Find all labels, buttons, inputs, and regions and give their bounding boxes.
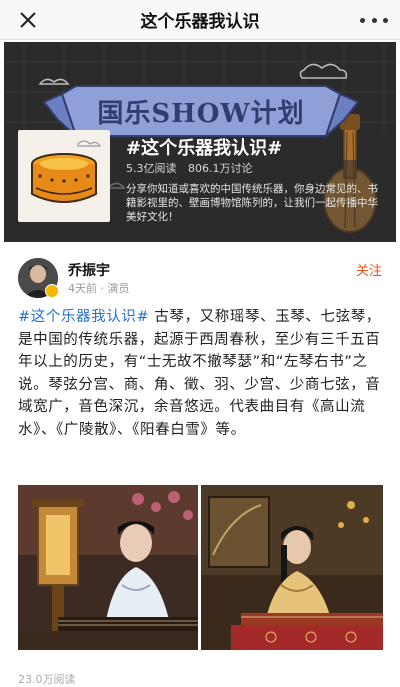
read-count: 23.0万阅读 — [18, 673, 76, 686]
post-content: 古琴，又称瑶琴、玉琴、七弦琴，是中国的传统乐器，起源于西周春秋，至少有三千五百年… — [18, 309, 381, 438]
reads-count: 5.3亿阅读 — [126, 162, 177, 175]
follow-button[interactable]: 关注 — [356, 260, 382, 279]
post-hashtag[interactable]: #这个乐器我认识# — [18, 309, 149, 325]
topic-stats: 5.3亿阅读 806.1万讨论 — [126, 160, 253, 176]
topic-name[interactable]: #这个乐器我认识# — [126, 134, 282, 160]
topic-thumbnail[interactable] — [18, 130, 110, 222]
drum-icon — [31, 140, 102, 203]
guqin-scene-image — [18, 485, 198, 650]
topic-banner[interactable]: 国乐SHOW计划 #这个乐器我认识# 5.3亿阅读 806.1万讨论 分享你知道… — [4, 42, 396, 242]
post-meta: 4天前 · 演员 — [68, 282, 130, 295]
post-text: #这个乐器我认识# 古琴，又称瑶琴、玉琴、七弦琴，是中国的传统乐器，起源于西周春… — [18, 306, 384, 441]
performer-scene-image — [201, 485, 383, 650]
topic-description: 分享你知道或喜欢的中国传统乐器，你身边常见的、书籍影视里的、壁画博物馆陈列的，让… — [126, 183, 378, 223]
close-icon[interactable] — [14, 6, 42, 34]
nav-bar: 这个乐器我认识 — [0, 0, 400, 40]
verified-badge-icon — [45, 284, 59, 298]
more-icon[interactable] — [360, 8, 388, 32]
banner-title: 国乐SHOW计划 — [97, 98, 305, 129]
post-header: 乔振宇 4天前 · 演员 关注 — [0, 248, 400, 300]
banner-ribbon: 国乐SHOW计划 — [76, 86, 326, 136]
post-image-left[interactable] — [18, 485, 198, 650]
post-image-right[interactable] — [201, 485, 383, 650]
discussions-count: 806.1万讨论 — [188, 162, 253, 175]
page-title: 这个乐器我认识 — [140, 12, 260, 32]
author-name[interactable]: 乔振宇 — [68, 260, 110, 280]
